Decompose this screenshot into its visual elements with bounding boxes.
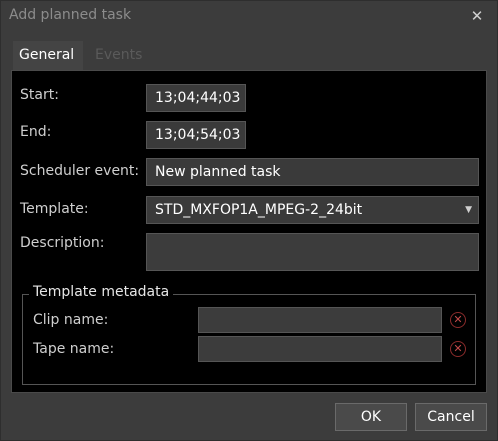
scheduler-event-label: Scheduler event:: [20, 163, 140, 179]
description-input[interactable]: [146, 233, 479, 271]
add-planned-task-dialog: Add planned task ✕ General Events Start:…: [0, 0, 498, 441]
tab-general[interactable]: General: [13, 41, 83, 70]
clear-tape-name-icon[interactable]: ✕: [450, 341, 466, 357]
start-label: Start:: [20, 87, 59, 103]
template-metadata-group: Template metadata Clip name: ✕ Tape name…: [22, 284, 476, 385]
scheduler-event-input[interactable]: New planned task: [146, 158, 479, 186]
dialog-title: Add planned task: [9, 7, 132, 23]
tape-name-input[interactable]: [198, 336, 442, 362]
cancel-button[interactable]: Cancel: [415, 403, 487, 431]
ok-button[interactable]: OK: [335, 403, 407, 431]
general-tab-panel: Start: 13;04;44;03 End: 13;04;54;03 Sche…: [11, 70, 487, 393]
end-timecode-field[interactable]: 13;04;54;03: [146, 121, 246, 149]
template-metadata-title: Template metadata: [29, 284, 174, 300]
end-label: End:: [20, 124, 52, 140]
title-bar: Add planned task ✕: [1, 1, 497, 33]
start-timecode-field[interactable]: 13;04;44;03: [146, 84, 246, 112]
clip-name-input[interactable]: [198, 307, 442, 333]
template-label: Template:: [20, 201, 89, 217]
chevron-down-icon: ▼: [465, 205, 472, 215]
template-select[interactable]: STD_MXFOP1A_MPEG-2_24bit ▼: [146, 196, 479, 224]
clip-name-label: Clip name:: [33, 312, 109, 328]
tape-name-label: Tape name:: [33, 341, 115, 357]
clear-clip-name-icon[interactable]: ✕: [450, 312, 466, 328]
tab-events[interactable]: Events: [89, 41, 159, 70]
description-label: Description:: [20, 235, 105, 251]
close-icon[interactable]: ✕: [467, 5, 487, 27]
template-selected-value: STD_MXFOP1A_MPEG-2_24bit: [155, 202, 363, 218]
